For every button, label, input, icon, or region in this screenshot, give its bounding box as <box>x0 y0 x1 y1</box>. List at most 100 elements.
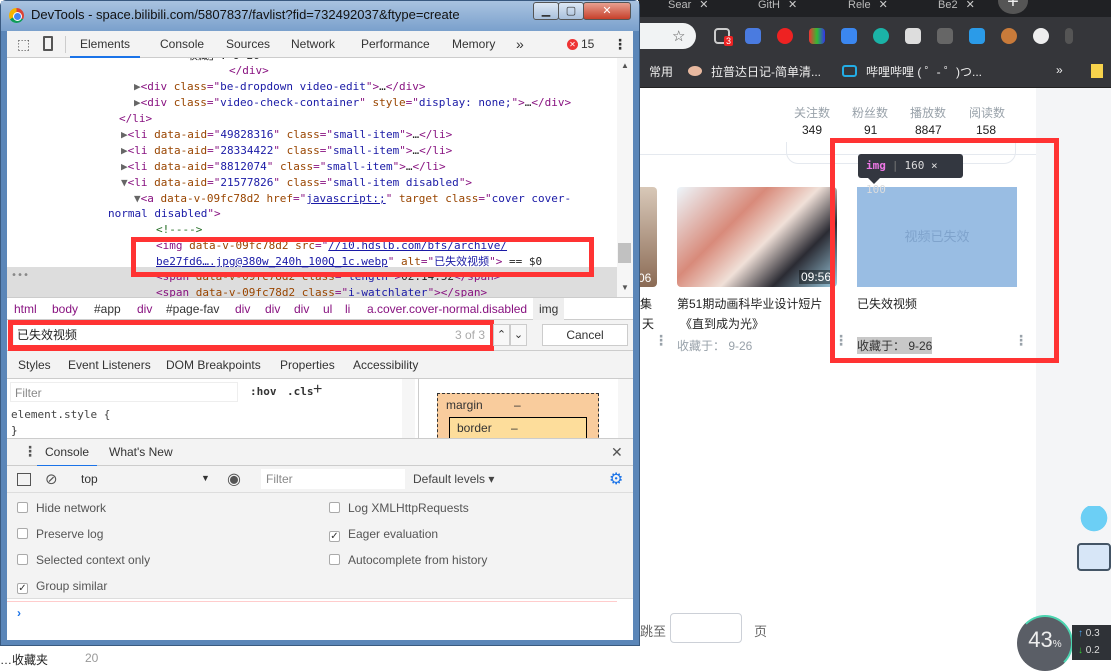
maximize-button[interactable]: ▢ <box>558 2 584 20</box>
styles-scrollbar[interactable] <box>402 379 415 438</box>
setting-checkbox[interactable]: Selected context only <box>17 553 150 567</box>
drawer-tab-console[interactable]: Console <box>37 439 98 467</box>
scroll-up-icon[interactable]: ▲ <box>621 61 629 70</box>
drawer-menu-icon[interactable]: ⋮ <box>23 443 37 460</box>
more-options-icon[interactable]: ⋮ <box>613 31 627 58</box>
dom-tree-scrollbar[interactable]: ▲ ▼ <box>617 58 633 297</box>
tab-event-listeners[interactable]: Event Listeners <box>68 351 151 379</box>
page-jump-input[interactable] <box>670 613 742 643</box>
tab-sources[interactable]: Sources <box>226 31 270 58</box>
expand-arrow-icon[interactable]: ▼ <box>121 176 128 189</box>
bookmark-star-icon[interactable]: ☆ <box>672 27 685 45</box>
dom-token[interactable]: javascript:; <box>306 192 385 205</box>
clear-console-icon[interactable]: ⊘ <box>45 470 58 488</box>
dom-node-line[interactable]: </div> <box>7 63 617 79</box>
close-icon[interactable]: ✕ <box>788 0 797 11</box>
dom-node-line[interactable]: ▶<div class="be-dropdown video-edit">…</… <box>7 79 617 95</box>
close-window-button[interactable]: ✕ <box>583 2 631 20</box>
border-value[interactable]: – <box>511 421 518 435</box>
gitzip-extension-icon[interactable] <box>937 28 953 44</box>
checked-checkbox-icon[interactable]: ✓ <box>329 531 340 542</box>
tab-accessibility[interactable]: Accessibility <box>353 351 418 379</box>
tab-dom-breakpoints[interactable]: DOM Breakpoints <box>166 351 261 379</box>
checkbox-icon[interactable] <box>17 502 28 513</box>
tab-properties[interactable]: Properties <box>280 351 335 379</box>
scroll-down-icon[interactable]: ▼ <box>621 283 629 292</box>
folder-icon[interactable] <box>1091 64 1103 78</box>
video-title[interactable]: 第51期动画科毕业设计短片 <box>677 295 822 312</box>
styles-filter-input[interactable]: Filter <box>10 382 238 402</box>
extension-icon[interactable] <box>841 28 857 44</box>
browser-tab[interactable]: GitH ✕ <box>728 0 797 17</box>
breadcrumb-item[interactable]: div <box>137 298 152 320</box>
breadcrumb-item[interactable]: html <box>14 298 37 320</box>
address-bar[interactable]: ☆ <box>638 23 696 49</box>
log-levels-dropdown[interactable]: Default levels ▾ <box>413 472 494 486</box>
dom-node-line[interactable]: ▶<div class="video-check-container" styl… <box>7 95 617 111</box>
close-icon[interactable]: ✕ <box>966 0 975 11</box>
setting-checkbox[interactable]: ✓ Group similar <box>17 579 107 594</box>
breadcrumb-item[interactable]: div <box>265 298 280 320</box>
settings-gear-icon[interactable]: ⚙ <box>609 469 623 489</box>
minimize-button[interactable]: ▁ <box>533 2 559 20</box>
tab-elements[interactable]: Elements <box>70 31 141 58</box>
expand-arrow-icon[interactable]: ▶ <box>134 96 141 109</box>
checked-checkbox-icon[interactable]: ✓ <box>17 583 28 594</box>
context-selector[interactable]: top <box>81 472 98 486</box>
box-model-scrollbar[interactable] <box>618 379 633 438</box>
breadcrumb-item[interactable]: body <box>52 298 78 320</box>
dom-node-line[interactable]: ▼<a data-v-09fc78d2 href="javascript:;" … <box>7 191 617 207</box>
cls-toggle[interactable]: .cls <box>287 385 314 398</box>
context-dropdown-icon[interactable]: ▼ <box>201 473 210 483</box>
tab-styles[interactable]: Styles <box>18 351 59 381</box>
error-count[interactable]: 15 <box>581 31 594 58</box>
browser-tab[interactable]: Sear ✕ <box>638 0 708 17</box>
tab-memory[interactable]: Memory <box>452 31 495 58</box>
more-menu-icon[interactable]: ⋮ <box>654 333 668 347</box>
browser-tab[interactable]: Be2 ✕ <box>908 0 975 17</box>
dom-node-line[interactable]: ▶<li data-aid="49828316" class="small-it… <box>7 127 617 143</box>
eye-icon[interactable]: ◉ <box>227 469 241 489</box>
device-toolbar-icon[interactable] <box>43 36 53 51</box>
close-icon[interactable]: ✕ <box>879 0 888 11</box>
cloud-extension-icon[interactable] <box>969 28 985 44</box>
expand-arrow-icon[interactable]: ▶ <box>121 160 128 173</box>
checkbox-icon[interactable] <box>329 554 340 565</box>
bookmark-link[interactable]: 拉普达日记-简单清... <box>711 63 821 80</box>
translate-extension-icon[interactable] <box>745 28 761 44</box>
dom-node-line[interactable]: <span data-v-09fc78d2 class="i-watchlate… <box>7 285 617 297</box>
dom-node-line[interactable]: </li> <box>7 111 617 127</box>
expand-arrow-icon[interactable]: ▼ <box>134 192 141 205</box>
hov-toggle[interactable]: :hov <box>250 385 277 398</box>
setting-checkbox[interactable]: Log XMLHttpRequests <box>329 501 469 515</box>
dom-node-line[interactable]: <!----> <box>7 222 617 238</box>
setting-checkbox[interactable]: ✓ Eager evaluation <box>329 527 438 542</box>
more-tabs-button[interactable]: » <box>516 31 524 58</box>
video-thumbnail[interactable]: 09:56 <box>677 187 837 287</box>
extension-icon[interactable] <box>809 28 825 44</box>
extension-icon[interactable] <box>873 28 889 44</box>
tab-network[interactable]: Network <box>291 31 335 58</box>
tab-console[interactable]: Console <box>160 31 204 58</box>
extension-icon[interactable] <box>1065 28 1073 44</box>
find-previous-button[interactable]: ⌃ <box>493 324 510 346</box>
setting-checkbox[interactable]: Autocomplete from history <box>329 553 487 567</box>
checkbox-icon[interactable] <box>17 528 28 539</box>
extension-icon[interactable] <box>1001 28 1017 44</box>
margin-value[interactable]: – <box>514 398 521 412</box>
style-rule-selector[interactable]: element.style { <box>11 408 110 421</box>
dom-node-line[interactable]: ▶<li data-aid="8812074" class="small-ite… <box>7 159 617 175</box>
breadcrumb-item[interactable]: img <box>533 298 565 320</box>
bookmark-link[interactable]: 哔哩哔哩 ( ゜- ゜)つ... <box>866 63 982 80</box>
breadcrumb-item[interactable]: a.cover.cover-normal.disabled <box>367 298 527 320</box>
breadcrumb-item[interactable]: li <box>345 298 350 320</box>
new-style-rule-button[interactable]: + <box>313 381 322 399</box>
bookmark-folder[interactable]: 常用 <box>649 63 673 80</box>
breadcrumb-item[interactable]: #page-fav <box>166 298 219 320</box>
find-input[interactable]: 已失效视频 <box>14 325 490 345</box>
close-icon[interactable]: ✕ <box>699 0 708 11</box>
console-prompt[interactable]: › <box>7 601 617 640</box>
video-thumbnail[interactable]: 06 <box>638 187 657 287</box>
drawer-tab-whats-new[interactable]: What's New <box>109 439 173 465</box>
extension-icon[interactable] <box>905 28 921 44</box>
